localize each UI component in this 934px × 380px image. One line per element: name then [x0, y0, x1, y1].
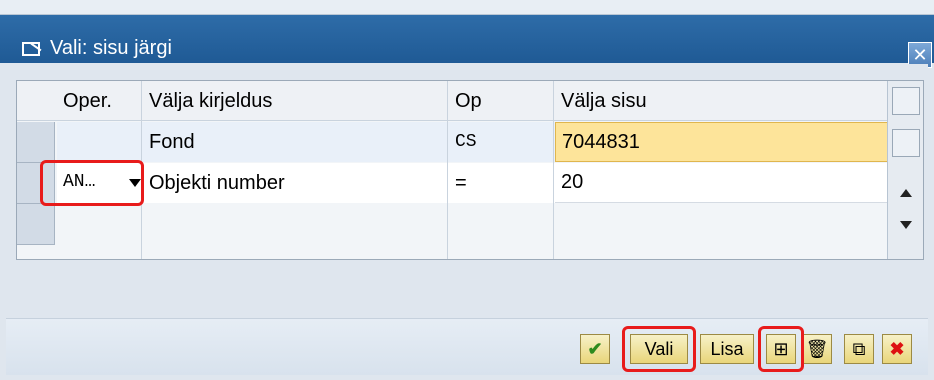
row-selector-header: [17, 81, 55, 121]
col-divider: [553, 81, 554, 259]
dialog-icon: [22, 42, 40, 56]
dialog-title: Vali: sisu järgi: [50, 37, 172, 59]
header-oper: Oper.: [55, 81, 141, 121]
scroll-page-button[interactable]: [892, 129, 920, 157]
row-selector[interactable]: [17, 204, 55, 245]
arrow-up-icon: [900, 189, 912, 197]
annotation-highlight: [622, 326, 696, 372]
header-description: Välja kirjeldus: [141, 81, 447, 121]
annotation-highlight: [40, 160, 144, 206]
table-row: [57, 204, 889, 244]
op-cell[interactable]: =: [447, 163, 553, 203]
header-op: Op: [447, 81, 553, 121]
header-value: Välja sisu: [553, 81, 889, 121]
check-icon[interactable]: ✔: [580, 334, 610, 364]
dialog-body: Oper. Välja kirjeldus Op Välja sisu Fond…: [6, 64, 928, 375]
scroll-up-button[interactable]: [892, 179, 920, 207]
lisa-button[interactable]: Lisa: [700, 334, 754, 364]
trash-icon[interactable]: 🗑: [802, 334, 832, 364]
layout-icon[interactable]: ⧉: [844, 334, 874, 364]
description-cell: Fond: [149, 131, 195, 153]
scroll-top-button[interactable]: [892, 87, 920, 115]
x-icon[interactable]: ✖: [882, 334, 912, 364]
vertical-scrollbar[interactable]: [887, 81, 923, 259]
arrow-down-icon: [900, 221, 912, 229]
op-cell[interactable]: CS: [447, 122, 553, 162]
value-input[interactable]: 7044831: [555, 122, 891, 162]
scroll-down-button[interactable]: [892, 211, 920, 239]
value-input[interactable]: 20: [555, 163, 891, 203]
dialog-window: Vali: sisu järgi ✕ Oper. Välja kirjeldus…: [0, 0, 934, 380]
title-bar: Vali: sisu järgi ✕: [0, 15, 934, 68]
criteria-table: Oper. Välja kirjeldus Op Välja sisu Fond…: [16, 80, 924, 260]
row-selector[interactable]: [17, 122, 55, 163]
description-cell: Objekti number: [149, 172, 285, 194]
top-strip: [0, 0, 934, 15]
annotation-highlight: [758, 326, 804, 372]
